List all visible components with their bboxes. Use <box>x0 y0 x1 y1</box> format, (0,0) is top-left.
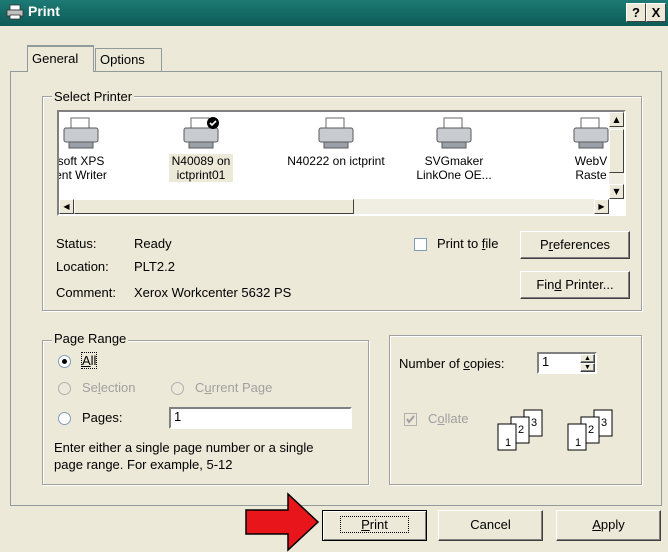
printer-name-line2: LinkOne OE... <box>416 168 492 182</box>
current-page-radio-label: Current Page <box>195 380 273 395</box>
scroll-thumb-vertical[interactable] <box>609 129 624 173</box>
collate-page-2: 2 <box>588 424 594 436</box>
copies-up-icon[interactable]: ▲ <box>580 354 595 363</box>
tab-options[interactable]: Options <box>95 48 162 71</box>
pages-radio[interactable] <box>58 412 71 425</box>
selection-radio-label: Selection <box>82 380 136 395</box>
find-printer-button[interactable]: Find Printer... <box>520 271 630 299</box>
printer-item-xps[interactable]: soft XPS ent Writer <box>57 112 131 204</box>
window-title: Print <box>28 3 60 19</box>
printer-icon <box>573 117 609 149</box>
red-arrow-icon <box>245 492 320 552</box>
default-printer-icon <box>183 117 219 149</box>
help-button[interactable]: ? <box>626 3 646 22</box>
printer-item-n40222[interactable]: N40222 on ictprint <box>271 112 401 204</box>
collate-checkbox[interactable] <box>404 413 417 426</box>
location-value: PLT2.2 <box>134 259 175 274</box>
printer-icon <box>6 4 24 20</box>
printer-icon <box>63 117 99 149</box>
printer-list[interactable]: soft XPS ent Writer N40089 on ictprint01… <box>57 110 626 216</box>
printer-icon <box>436 117 472 149</box>
printer-icon <box>318 117 354 149</box>
title-bar[interactable]: Print ? X <box>0 0 668 26</box>
copies-value: 1 <box>542 354 550 369</box>
page-range-hint-line1: Enter either a single page number or a s… <box>54 440 314 455</box>
printer-item-n40089[interactable]: N40089 on ictprint01 <box>151 112 251 204</box>
comment-label: Comment: <box>56 285 116 300</box>
scroll-down-icon[interactable]: ▼ <box>609 184 624 199</box>
collate-pages-icon: 3 2 1 <box>497 409 543 451</box>
status-label: Status: <box>56 236 97 251</box>
print-to-file-label[interactable]: Print to file <box>437 236 498 251</box>
scroll-up-icon[interactable]: ▲ <box>609 112 624 127</box>
printer-name-line2: ent Writer <box>57 168 107 182</box>
printer-item-svgmaker[interactable]: SVGmaker LinkOne OE... <box>404 112 504 204</box>
collate-page-1: 1 <box>505 437 511 449</box>
current-page-radio[interactable] <box>171 382 184 395</box>
printer-name-line1: N40089 on <box>171 154 231 168</box>
cancel-button[interactable]: Cancel <box>438 510 543 541</box>
close-button[interactable]: X <box>646 3 666 22</box>
preferences-button[interactable]: Preferences <box>520 231 630 259</box>
printer-name-line1: soft XPS <box>57 154 105 168</box>
tab-options-label: Options <box>100 52 145 67</box>
tab-general-label: General <box>32 51 79 66</box>
location-label: Location: <box>56 259 109 274</box>
page-range-legend: Page Range <box>52 331 129 346</box>
number-of-copies-label: Number of copies: <box>399 356 505 371</box>
scroll-left-icon[interactable]: ◀ <box>59 199 74 214</box>
pages-input[interactable]: 1 <box>169 407 352 429</box>
all-radio-label[interactable]: All <box>80 352 98 369</box>
selection-radio[interactable] <box>58 382 71 395</box>
collate-pages-icon: 3 2 1 <box>567 409 613 451</box>
comment-value: Xerox Workcenter 5632 PS <box>134 285 292 300</box>
printer-name-line1: N40222 on ictprint <box>287 154 385 168</box>
pages-radio-label[interactable]: Pages: <box>82 410 122 425</box>
collate-label: Collate <box>428 411 469 426</box>
print-button[interactable]: Print <box>322 510 427 541</box>
check-icon <box>406 415 415 424</box>
printer-name-line2: ictprint01 <box>176 168 226 182</box>
collate-page-3: 3 <box>531 417 537 429</box>
status-value: Ready <box>134 236 172 251</box>
collate-page-3: 3 <box>601 417 607 429</box>
collate-page-2: 2 <box>518 424 524 436</box>
apply-button[interactable]: Apply <box>556 510 661 541</box>
page-range-hint-line2: page range. For example, 5-12 <box>54 457 233 472</box>
tab-general[interactable]: General <box>27 45 94 72</box>
scroll-thumb-horizontal[interactable] <box>74 199 354 214</box>
copies-down-icon[interactable]: ▼ <box>580 363 595 372</box>
printer-name-line1: SVGmaker <box>424 154 484 168</box>
print-to-file-checkbox[interactable] <box>414 238 427 251</box>
select-printer-legend: Select Printer <box>52 89 135 104</box>
collate-page-1: 1 <box>575 437 581 449</box>
all-radio[interactable] <box>58 355 71 368</box>
scroll-right-icon[interactable]: ▶ <box>594 199 609 214</box>
